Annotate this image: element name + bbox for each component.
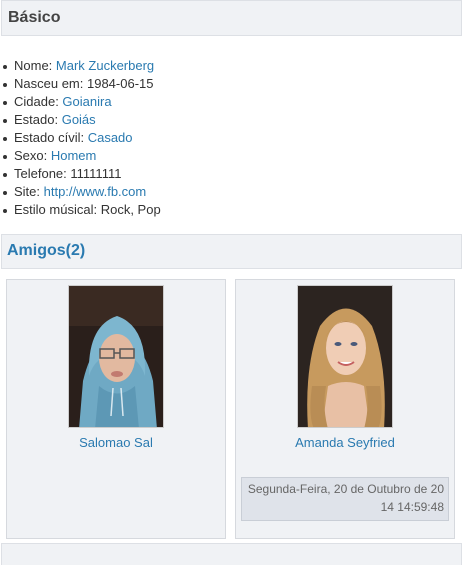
friends-section-title[interactable]: Amigos(2) (7, 242, 85, 260)
info-item-music-style: Estilo músical: Rock, Pop (0, 201, 161, 219)
city-link[interactable]: Goianira (62, 94, 111, 109)
next-section-header (1, 543, 462, 565)
friend-photo[interactable] (297, 285, 393, 428)
info-label: Telefone: (14, 166, 71, 181)
info-label: Estilo músical: (14, 202, 101, 217)
friend-card: Amanda Seyfried Segunda-Feira, 20 de Out… (235, 279, 455, 539)
friend-photo[interactable] (68, 285, 164, 428)
info-label: Nome: (14, 58, 56, 73)
info-item-city: Cidade: Goianira (0, 93, 161, 111)
sex-link[interactable]: Homem (51, 148, 97, 163)
info-item-name: Nome: Mark Zuckerberg (0, 57, 161, 75)
basic-info-list: Nome: Mark Zuckerberg Nasceu em: 1984-06… (0, 57, 161, 219)
info-item-marital-status: Estado cívil: Casado (0, 129, 161, 147)
music-style-value: Rock, Pop (100, 202, 161, 217)
info-label: Site: (14, 184, 44, 199)
info-label: Sexo: (14, 148, 51, 163)
info-label: Cidade: (14, 94, 63, 109)
info-item-sex: Sexo: Homem (0, 147, 161, 165)
info-label: Estado cívil: (14, 130, 88, 145)
state-link[interactable]: Goiás (62, 112, 96, 127)
site-link[interactable]: http://www.fb.com (44, 184, 147, 199)
name-link[interactable]: Mark Zuckerberg (56, 58, 154, 73)
basic-section-title: Básico (8, 9, 61, 26)
friends-section-header: Amigos(2) (1, 234, 462, 269)
friend-name-link[interactable]: Amanda Seyfried (236, 435, 454, 450)
basic-section-header: Básico (1, 0, 462, 36)
info-label: Nasceu em: (14, 76, 87, 91)
birthdate-value: 1984-06-15 (86, 76, 154, 91)
friend-card: Salomao Sal (6, 279, 226, 539)
info-item-phone: Telefone: 11111111 (0, 165, 161, 183)
marital-status-link[interactable]: Casado (88, 130, 133, 145)
phone-value: 11111111 (70, 166, 122, 181)
friend-timestamp: Segunda-Feira, 20 de Outubro de 2014 14:… (241, 477, 449, 521)
info-item-birthdate: Nasceu em: 1984-06-15 (0, 75, 161, 93)
info-item-state: Estado: Goiás (0, 111, 161, 129)
info-item-site: Site: http://www.fb.com (0, 183, 161, 201)
friend-name-link[interactable]: Salomao Sal (7, 435, 225, 450)
info-label: Estado: (14, 112, 62, 127)
